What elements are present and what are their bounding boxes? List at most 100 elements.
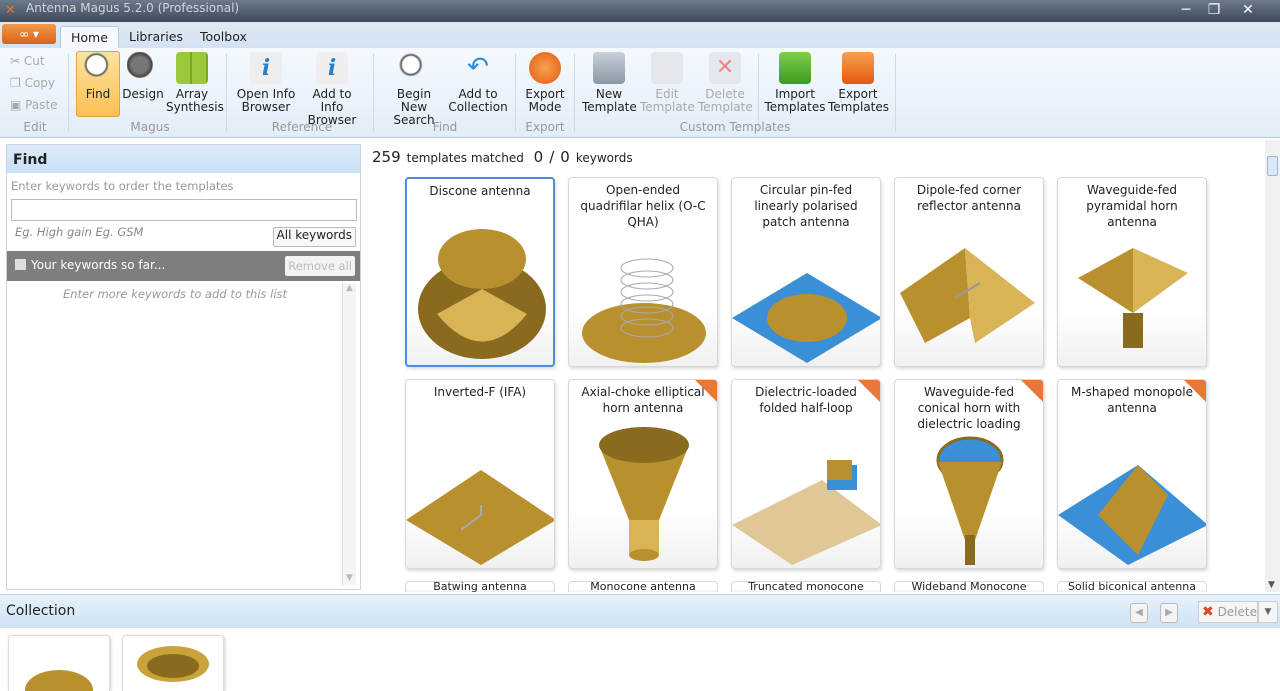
close-button[interactable]: ✕ — [1226, 0, 1270, 20]
template-discone-image — [418, 229, 546, 359]
template-label: Monocone antenna — [590, 581, 696, 592]
tab-home[interactable]: Home — [60, 26, 119, 48]
add-to-info-browser-button[interactable]: i Add to Info Browser — [300, 52, 364, 127]
matched-label: templates matched — [406, 151, 524, 165]
template-mshape-image — [1058, 465, 1206, 565]
delete-button[interactable]: ✖ Delete — [1198, 601, 1258, 623]
custom-corner-icon — [1184, 380, 1206, 402]
template-grid: Discone antenna Open-ended quadrifilar he… — [370, 172, 1265, 592]
template-delete-icon: ✕ — [709, 52, 741, 84]
open-info-browser-button[interactable]: i Open Info Browser — [236, 52, 296, 114]
template-card[interactable]: Truncated monocone — [731, 581, 881, 592]
application-menu-button[interactable]: ∞ ▾ — [2, 24, 56, 44]
collection-bar: Collection ◀ ▶ ✖ Delete ▼ — [0, 594, 1280, 628]
tab-libraries[interactable]: Libraries — [119, 26, 193, 48]
delete-dropdown-button[interactable]: ▼ — [1258, 601, 1278, 623]
collection-item-choke-horn[interactable] — [122, 635, 224, 691]
template-card[interactable]: Open-ended quadrifilar helix (O-C QHA) — [568, 177, 718, 367]
delete-label: Delete — [1217, 605, 1257, 619]
template-loop-image — [732, 460, 880, 565]
template-card[interactable]: Batwing antenna — [405, 581, 555, 592]
template-card[interactable]: Circular pin-fed linearly polarised patc… — [731, 177, 881, 367]
title-bar: ✕ Antenna Magus 5.2.0 (Professional) ─ ❐… — [0, 0, 1280, 22]
paste-button[interactable]: ▣ Paste — [10, 98, 58, 112]
template-edit-icon — [651, 52, 683, 84]
delete-x-icon: ✖ — [1202, 604, 1214, 620]
tab-toolbox[interactable]: Toolbox — [190, 26, 257, 48]
find-panel: Find Enter keywords to order the templat… — [6, 144, 361, 590]
collection-title: Collection — [6, 603, 76, 619]
info-add-icon: i — [316, 52, 348, 84]
all-keywords-button[interactable]: All keywords — [272, 227, 356, 247]
arrow-collection-icon: ↶ — [467, 52, 489, 82]
collection-next-button[interactable]: ▶ — [1160, 603, 1178, 623]
template-card[interactable]: Waveguide-fed conical horn with dielectr… — [894, 379, 1044, 569]
group-find-label: Find — [432, 120, 458, 134]
delete-template-button[interactable]: ✕ Delete Template — [698, 52, 753, 114]
template-horn-image — [1078, 248, 1188, 348]
export-templates-button[interactable]: Export Templates — [828, 52, 889, 114]
edit-template-button[interactable]: Edit Template — [640, 52, 695, 114]
app-logo-icon: ✕ — [5, 3, 16, 18]
keywords-total: 0 — [560, 148, 570, 166]
match-summary: 259 templates matched 0 / 0 keywords — [372, 148, 633, 166]
add-to-collection-button[interactable]: ↶ Add to Collection — [448, 52, 508, 114]
magnifier-icon — [82, 52, 114, 84]
template-card[interactable]: Axial-choke elliptical horn antenna — [568, 379, 718, 569]
find-panel-title: Find — [7, 145, 360, 173]
custom-corner-icon — [858, 380, 880, 402]
collection-item-discone[interactable] — [8, 635, 110, 691]
template-scrollbar[interactable]: ▼ — [1265, 140, 1280, 592]
template-patch-image — [732, 273, 880, 363]
find-hint: Enter keywords to order the templates — [11, 179, 234, 193]
ribbon-tabs: ∞ ▾ Home Libraries Toolbox — [0, 22, 1280, 48]
template-label: Truncated monocone — [748, 581, 864, 592]
template-card[interactable]: Discone antenna — [405, 177, 555, 367]
template-new-icon — [593, 52, 625, 84]
keyword-input[interactable] — [11, 199, 357, 221]
copy-button[interactable]: ❐ Copy — [10, 76, 55, 90]
cut-button[interactable]: ✂ Cut — [10, 54, 45, 68]
template-card[interactable]: Wideband Monocone — [894, 581, 1044, 592]
export-mode-button[interactable]: Export Mode — [522, 52, 568, 114]
begin-new-search-button[interactable]: Begin New Search — [382, 52, 446, 127]
custom-corner-icon — [1021, 380, 1043, 402]
keyword-list-hint: Enter more keywords to add to this list — [62, 287, 288, 301]
template-card[interactable]: Dielectric-loaded folded half-loop — [731, 379, 881, 569]
your-keywords-label: Your keywords so far... — [31, 258, 166, 272]
template-card[interactable]: Monocone antenna — [568, 581, 718, 592]
template-card[interactable]: Inverted-F (IFA) — [405, 379, 555, 569]
keywords-matched: 0 — [533, 148, 544, 166]
remove-all-button[interactable]: Remove all — [285, 256, 355, 276]
template-card[interactable]: Waveguide-fed pyramidal horn antenna — [1057, 177, 1207, 367]
keyword-examples: Eg. High gain Eg. GSM — [15, 225, 144, 239]
ribbon: ✂ Cut ❐ Copy ▣ Paste Edit Find Design Ar… — [0, 48, 1280, 138]
export-templates-icon — [842, 52, 874, 84]
keywords-label: keywords — [575, 151, 633, 165]
group-reference-label: Reference — [271, 120, 333, 134]
import-templates-button[interactable]: Import Templates — [764, 52, 826, 114]
match-count: 259 — [372, 148, 401, 166]
array-grid-icon — [176, 52, 208, 84]
keywords-checkbox[interactable] — [15, 259, 26, 270]
keyword-list-scrollbar[interactable]: ▲ ▼ — [342, 283, 356, 585]
design-button[interactable]: Design — [122, 52, 164, 101]
template-helix-image — [582, 258, 706, 363]
group-magus-label: Magus — [130, 120, 170, 134]
template-corner-image — [900, 248, 1035, 343]
template-card[interactable]: M-shaped monopole antenna — [1057, 379, 1207, 569]
template-card[interactable]: Solid biconical antenna — [1057, 581, 1207, 592]
template-cone-image — [936, 436, 1004, 565]
custom-corner-icon — [695, 380, 717, 402]
array-synthesis-button[interactable]: Array Synthesis — [166, 52, 224, 114]
find-button[interactable]: Find — [76, 51, 120, 117]
slash: / — [549, 148, 555, 166]
template-card[interactable]: Dipole-fed corner reflector antenna — [894, 177, 1044, 367]
group-custom-templates-label: Custom Templates — [679, 120, 791, 134]
export-icon — [529, 52, 561, 84]
template-label: Solid biconical antenna — [1068, 581, 1196, 592]
collection-prev-button[interactable]: ◀ — [1130, 603, 1148, 623]
template-ifa-image — [406, 470, 554, 565]
your-keywords-bar: Your keywords so far... Remove all — [7, 251, 360, 281]
new-template-button[interactable]: New Template — [582, 52, 637, 114]
